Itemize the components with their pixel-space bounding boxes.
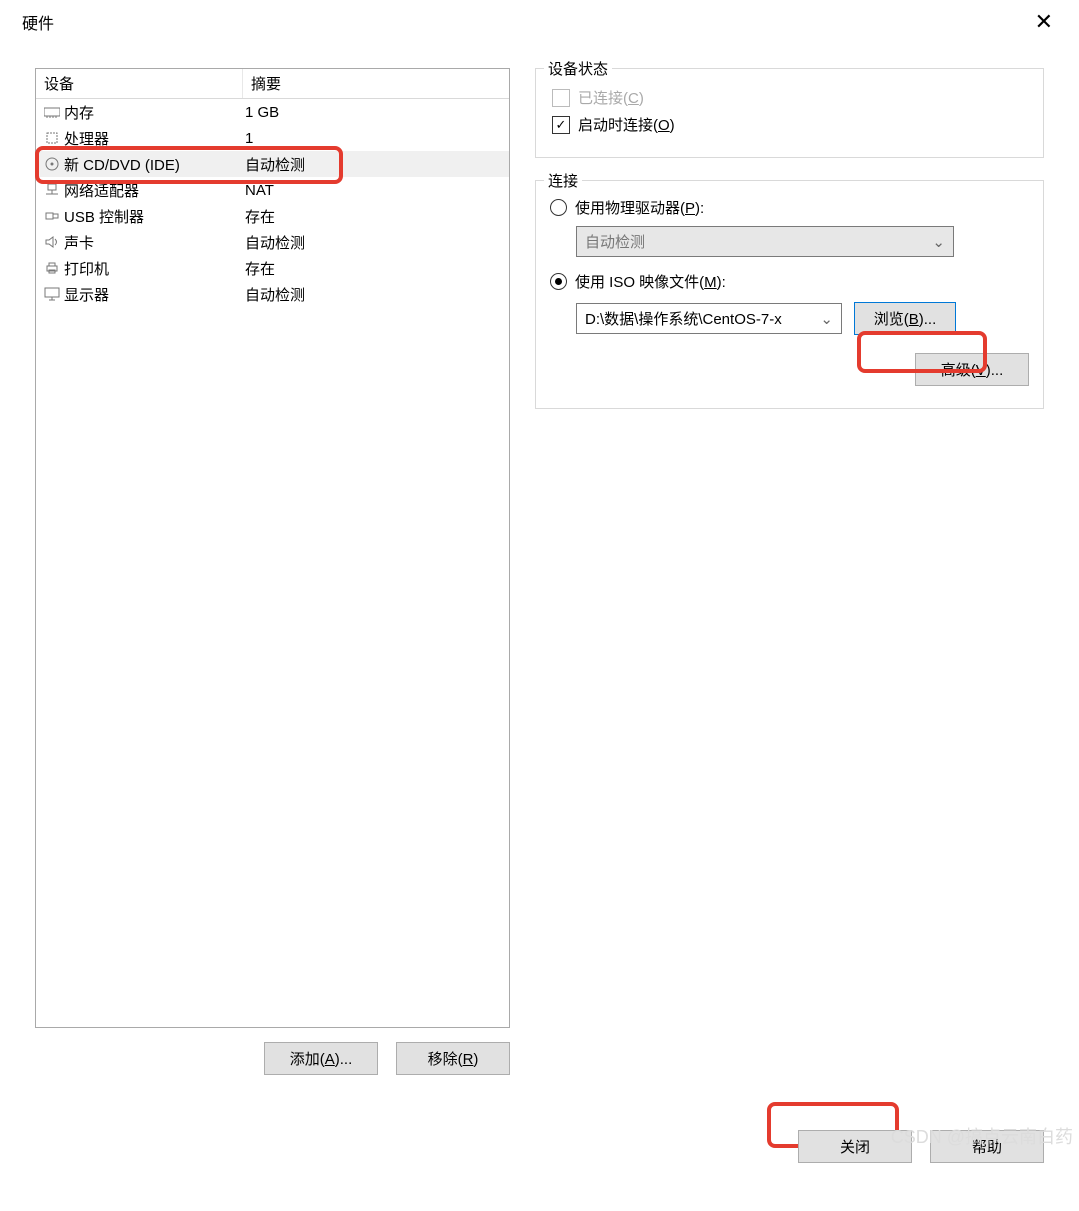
chevron-down-icon: ⌄ [932,233,945,251]
device-name: 声卡 [62,232,245,253]
cpu-icon [42,130,62,146]
close-icon[interactable]: ✕ [1021,3,1067,41]
device-row[interactable]: 处理器1 [36,125,509,151]
device-summary: NAT [245,182,503,199]
device-name: 显示器 [62,284,245,305]
radio-icon [550,273,567,290]
device-summary: 自动检测 [245,232,503,253]
device-list-header: 设备 摘要 [36,69,509,99]
device-name: 打印机 [62,258,245,279]
usb-icon [42,209,62,223]
device-summary: 1 [245,130,503,147]
device-name: USB 控制器 [62,206,245,227]
device-summary: 1 GB [245,104,503,121]
device-list[interactable]: 设备 摘要 内存1 GB处理器1新 CD/DVD (IDE)自动检测网络适配器N… [35,68,510,1028]
device-row[interactable]: 显示器自动检测 [36,281,509,307]
advanced-button[interactable]: 高级(V)... [915,353,1029,386]
device-row[interactable]: 声卡自动检测 [36,229,509,255]
device-name: 网络适配器 [62,180,245,201]
header-summary[interactable]: 摘要 [243,69,509,98]
display-icon [42,287,62,301]
device-row[interactable]: 内存1 GB [36,99,509,125]
device-row[interactable]: 打印机存在 [36,255,509,281]
radio-icon [550,199,567,216]
device-row[interactable]: USB 控制器存在 [36,203,509,229]
remove-button[interactable]: 移除(R) [396,1042,510,1075]
device-name: 内存 [62,102,245,123]
connection-title: 连接 [544,170,582,191]
device-summary: 自动检测 [245,284,503,305]
printer-icon [42,261,62,275]
device-row[interactable]: 新 CD/DVD (IDE)自动检测 [36,151,509,177]
disc-icon [42,156,62,172]
physical-drive-combo: 自动检测 ⌄ [576,226,954,257]
header-device[interactable]: 设备 [36,69,243,98]
iso-path-combo[interactable]: D:\数据\操作系统\CentOS-7-x ⌄ [576,303,842,334]
memory-icon [42,106,62,118]
physical-drive-radio[interactable]: 使用物理驱动器(P): [550,197,1029,218]
checkbox-icon [552,89,570,107]
close-button[interactable]: 关闭 [798,1130,912,1163]
device-summary: 存在 [245,206,503,227]
checkbox-icon: ✓ [552,116,570,134]
chevron-down-icon: ⌄ [820,310,833,328]
device-status-title: 设备状态 [544,58,612,79]
window-title: 硬件 [22,10,54,34]
device-summary: 自动检测 [245,154,503,175]
connected-checkbox: 已连接(C) [552,87,1029,108]
device-summary: 存在 [245,258,503,279]
connection-group: 连接 使用物理驱动器(P): 自动检测 ⌄ 使用 ISO 映像文件(M): D:… [535,180,1044,409]
help-button[interactable]: 帮助 [930,1130,1044,1163]
sound-icon [42,235,62,249]
device-name: 处理器 [62,128,245,149]
device-name: 新 CD/DVD (IDE) [62,154,245,175]
device-status-group: 设备状态 已连接(C) ✓ 启动时连接(O) [535,68,1044,158]
iso-file-radio[interactable]: 使用 ISO 映像文件(M): [550,271,1029,292]
net-icon [42,183,62,197]
add-button[interactable]: 添加(A)... [264,1042,378,1075]
connect-at-startup-checkbox[interactable]: ✓ 启动时连接(O) [552,114,1029,135]
device-row[interactable]: 网络适配器NAT [36,177,509,203]
browse-button[interactable]: 浏览(B)... [854,302,956,335]
